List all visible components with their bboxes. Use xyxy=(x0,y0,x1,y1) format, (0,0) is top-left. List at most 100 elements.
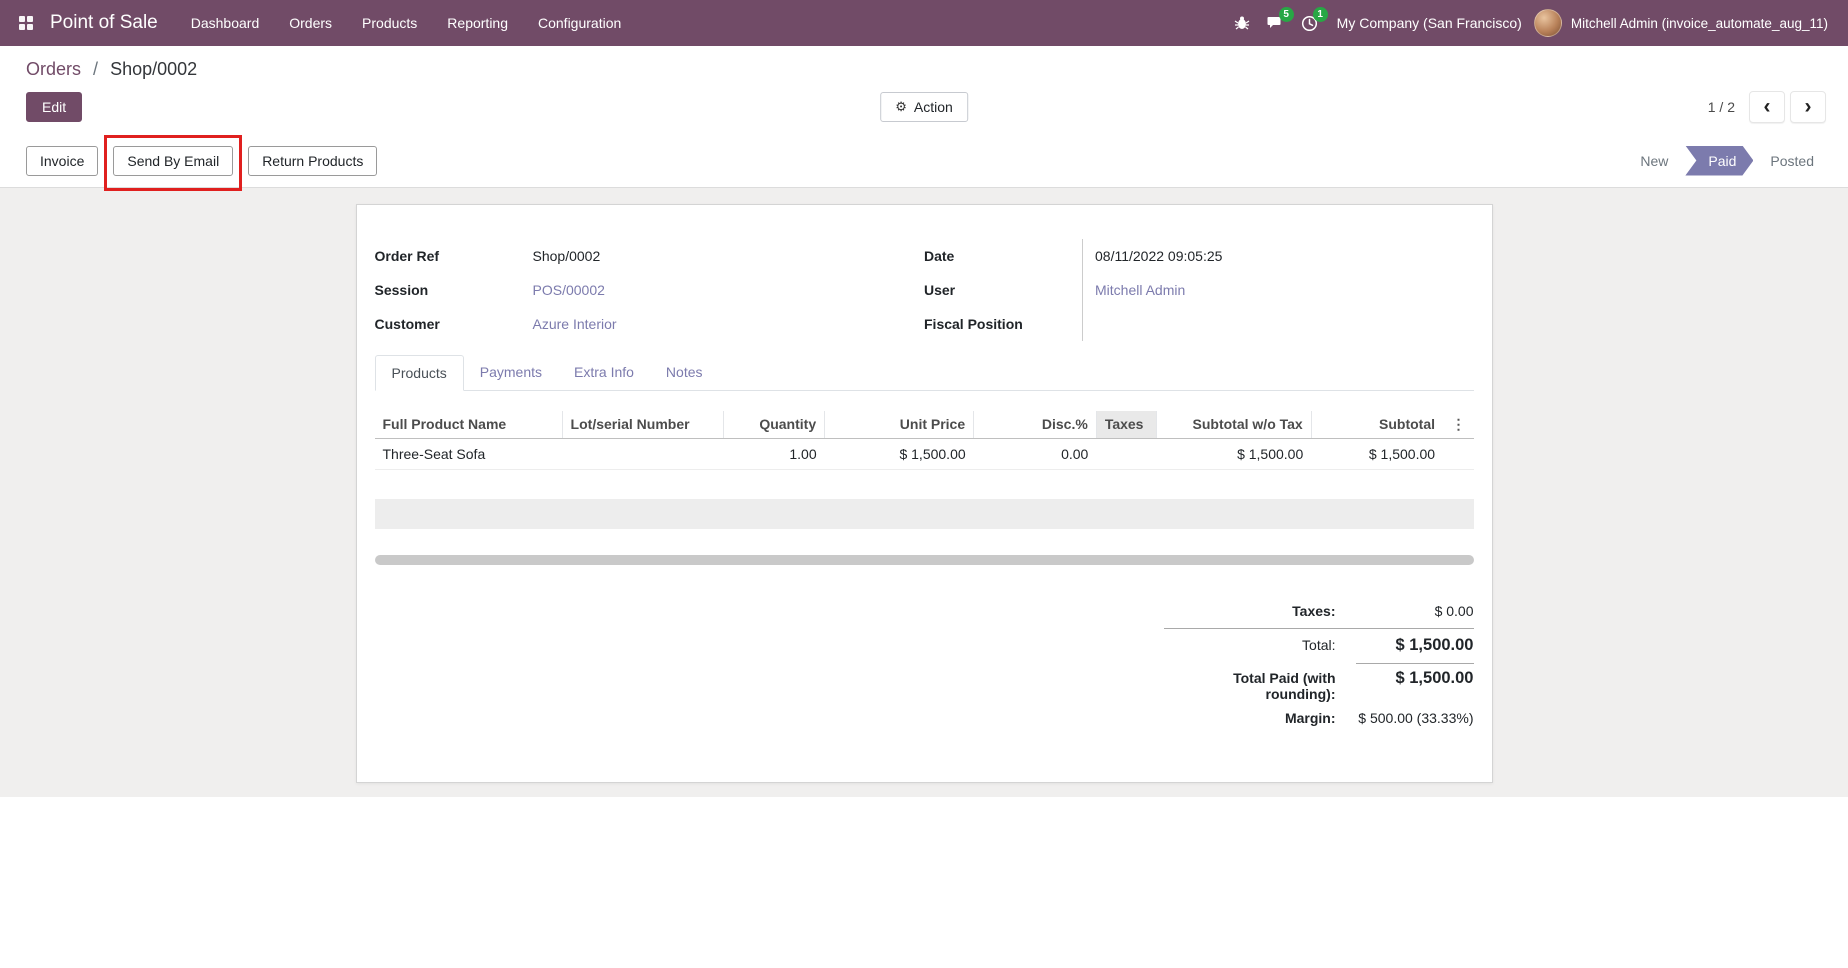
header-taxes[interactable]: Taxes xyxy=(1096,411,1156,438)
action-button-label: Action xyxy=(914,99,953,115)
form-statusbar: Invoice Send By Email Return Products Ne… xyxy=(0,134,1848,188)
total-row: Total: $ 1,500.00 xyxy=(1164,628,1474,659)
customer-value-link[interactable]: Azure Interior xyxy=(533,316,617,332)
fiscal-position-value[interactable] xyxy=(1082,307,1474,341)
customer-label: Customer xyxy=(375,307,533,341)
date-label: Date xyxy=(924,239,1082,273)
menu-orders[interactable]: Orders xyxy=(274,0,347,46)
total-value: $ 1,500.00 xyxy=(1356,636,1474,655)
apps-grid-icon[interactable] xyxy=(8,5,44,41)
pager-previous-button[interactable]: ‹ xyxy=(1749,91,1785,123)
tab-products[interactable]: Products xyxy=(375,355,464,391)
margin-row: Margin: $ 500.00 (33.33%) xyxy=(1164,706,1474,730)
menu-configuration[interactable]: Configuration xyxy=(523,0,636,46)
bug-icon[interactable] xyxy=(1225,5,1259,41)
pager: 1 / 2 ‹ › xyxy=(1708,91,1826,123)
header-unit-price[interactable]: Unit Price xyxy=(825,411,974,438)
empty-row-striped xyxy=(375,499,1474,529)
send-by-email-button[interactable]: Send By Email xyxy=(113,146,233,176)
cell-taxes xyxy=(1096,438,1156,469)
header-quantity[interactable]: Quantity xyxy=(723,411,824,438)
user-label: User xyxy=(924,273,1082,307)
optional-columns-icon[interactable]: ⋮ xyxy=(1443,411,1473,438)
action-button[interactable]: ⚙ Action xyxy=(880,92,968,122)
tab-notes[interactable]: Notes xyxy=(650,355,719,391)
table-header-row: Full Product Name Lot/serial Number Quan… xyxy=(375,411,1474,438)
activities-count-badge: 1 xyxy=(1313,7,1328,22)
notebook-tabs: Products Payments Extra Info Notes xyxy=(375,355,1474,391)
bug-icon-svg xyxy=(1234,15,1250,31)
content-area: Order Ref Shop/0002 Session POS/00002 Cu… xyxy=(0,188,1848,797)
messages-count-badge: 5 xyxy=(1279,7,1294,22)
cell-full-product-name: Three-Seat Sofa xyxy=(375,438,563,469)
total-paid-row: Total Paid (with rounding): $ 1,500.00 xyxy=(1164,659,1474,706)
taxes-label: Taxes: xyxy=(1164,603,1336,619)
pager-value: 1 / 2 xyxy=(1708,99,1735,115)
margin-value: $ 500.00 (33.33%) xyxy=(1356,710,1474,726)
left-field-group: Order Ref Shop/0002 Session POS/00002 Cu… xyxy=(375,239,925,341)
header-subtotal[interactable]: Subtotal xyxy=(1311,411,1443,438)
return-products-button[interactable]: Return Products xyxy=(248,146,377,176)
total-label: Total: xyxy=(1164,637,1336,653)
order-ref-label: Order Ref xyxy=(375,239,533,273)
gear-icon: ⚙ xyxy=(895,99,907,115)
send-by-email-wrapper: Send By Email xyxy=(113,146,233,176)
cell-options xyxy=(1443,438,1473,469)
breadcrumb-orders-link[interactable]: Orders xyxy=(26,59,81,79)
status-step-paid[interactable]: Paid xyxy=(1685,146,1753,176)
pager-buttons: ‹ › xyxy=(1749,91,1826,123)
main-menu: Dashboard Orders Products Reporting Conf… xyxy=(176,0,637,46)
cell-subtotal-wo-tax: $ 1,500.00 xyxy=(1156,438,1311,469)
status-step-posted[interactable]: Posted xyxy=(1756,153,1828,169)
cell-subtotal: $ 1,500.00 xyxy=(1311,438,1443,469)
session-value-link[interactable]: POS/00002 xyxy=(533,282,605,298)
cell-disc: 0.00 xyxy=(974,438,1097,469)
totals-footer: Taxes: $ 0.00 Total: $ 1,500.00 Total Pa… xyxy=(1164,599,1474,730)
empty-row xyxy=(375,469,1474,499)
header-disc[interactable]: Disc.% xyxy=(974,411,1097,438)
total-paid-value: $ 1,500.00 xyxy=(1356,663,1474,688)
order-ref-value: Shop/0002 xyxy=(533,239,925,273)
tab-extra-info[interactable]: Extra Info xyxy=(558,355,650,391)
app-brand[interactable]: Point of Sale xyxy=(44,12,176,34)
margin-label: Margin: xyxy=(1164,710,1336,726)
user-menu[interactable]: Mitchell Admin (invoice_automate_aug_11) xyxy=(1562,16,1834,31)
invoice-button[interactable]: Invoice xyxy=(26,146,98,176)
horizontal-scrollbar[interactable] xyxy=(375,555,1474,565)
field-groups: Order Ref Shop/0002 Session POS/00002 Cu… xyxy=(375,239,1474,341)
avatar[interactable] xyxy=(1534,9,1562,37)
breadcrumb-separator: / xyxy=(93,59,98,79)
grid-icon-svg xyxy=(18,15,34,31)
user-value-link[interactable]: Mitchell Admin xyxy=(1095,282,1185,298)
breadcrumb: Orders / Shop/0002 xyxy=(0,46,1848,84)
taxes-value: $ 0.00 xyxy=(1356,603,1474,619)
right-field-group: Date 08/11/2022 09:05:25 User Mitchell A… xyxy=(924,239,1474,341)
fiscal-position-label: Fiscal Position xyxy=(924,307,1082,341)
pager-next-button[interactable]: › xyxy=(1790,91,1826,123)
form-sheet: Order Ref Shop/0002 Session POS/00002 Cu… xyxy=(356,204,1493,783)
messages-icon[interactable]: 5 xyxy=(1259,5,1293,41)
menu-products[interactable]: Products xyxy=(347,0,432,46)
menu-dashboard[interactable]: Dashboard xyxy=(176,0,275,46)
status-step-new[interactable]: New xyxy=(1626,153,1682,169)
edit-button[interactable]: Edit xyxy=(26,92,82,122)
tab-payments[interactable]: Payments xyxy=(464,355,558,391)
session-label: Session xyxy=(375,273,533,307)
header-full-product-name[interactable]: Full Product Name xyxy=(375,411,563,438)
taxes-row: Taxes: $ 0.00 xyxy=(1164,599,1474,623)
header-subtotal-wo-tax[interactable]: Subtotal w/o Tax xyxy=(1156,411,1311,438)
systray: 5 1 My Company (San Francisco) Mitchell … xyxy=(1225,5,1834,41)
activities-clock-icon[interactable]: 1 xyxy=(1293,5,1327,41)
company-switcher[interactable]: My Company (San Francisco) xyxy=(1327,15,1534,31)
cell-quantity: 1.00 xyxy=(723,438,824,469)
total-paid-label: Total Paid (with rounding): xyxy=(1164,670,1336,702)
date-value: 08/11/2022 09:05:25 xyxy=(1082,239,1474,273)
order-lines-table: Full Product Name Lot/serial Number Quan… xyxy=(375,411,1474,529)
breadcrumb-current: Shop/0002 xyxy=(110,59,197,79)
status-steps: New Paid Posted xyxy=(1626,146,1828,176)
top-navbar: Point of Sale Dashboard Orders Products … xyxy=(0,0,1848,46)
action-menu-container: ⚙ Action xyxy=(880,92,968,122)
header-lot-serial-number[interactable]: Lot/serial Number xyxy=(562,411,723,438)
menu-reporting[interactable]: Reporting xyxy=(432,0,523,46)
table-row[interactable]: Three-Seat Sofa 1.00 $ 1,500.00 0.00 $ 1… xyxy=(375,438,1474,469)
